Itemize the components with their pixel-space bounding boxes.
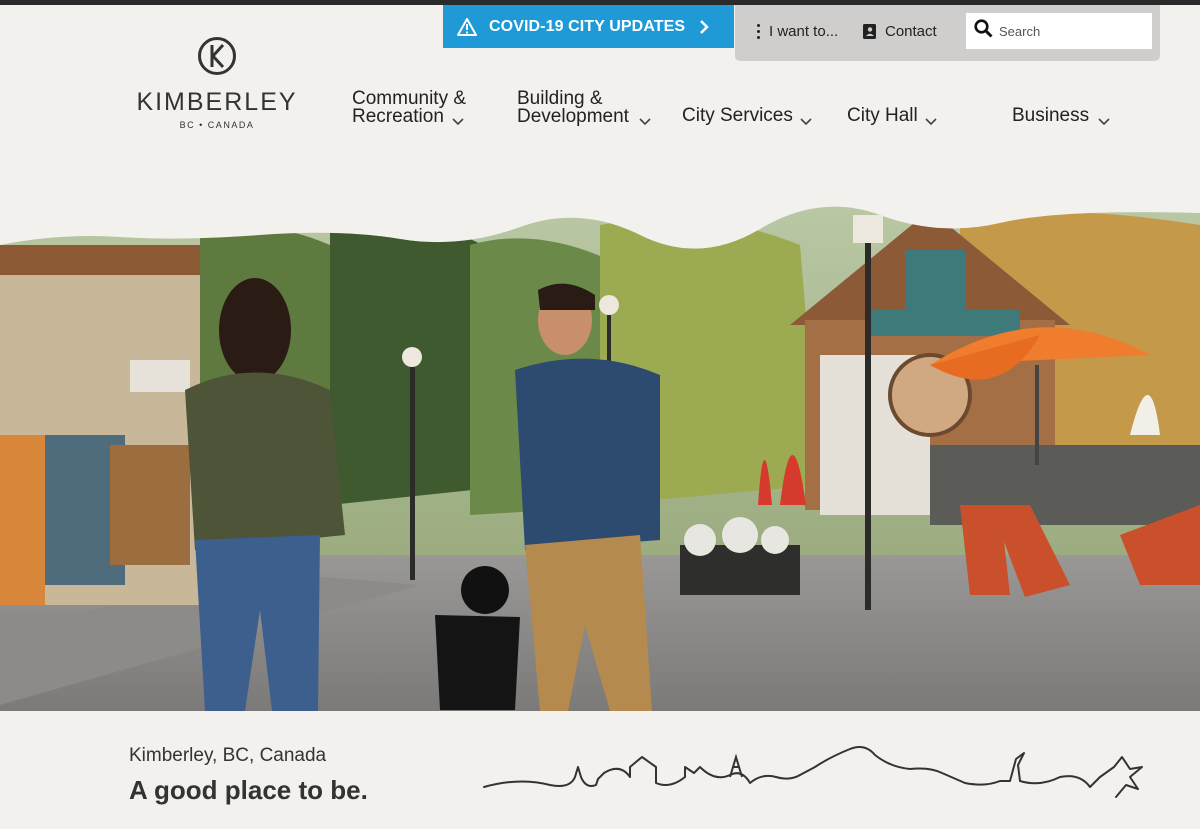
footer-intro: Kimberley, BC, Canada A good place to be…	[0, 711, 1200, 829]
nav-city-services[interactable]: City Services	[682, 105, 812, 126]
logo-subtitle: BC • CANADA	[179, 120, 255, 130]
contact-label: Contact	[885, 23, 937, 40]
chevron-down-icon	[1098, 118, 1110, 126]
contact-book-icon	[863, 24, 876, 39]
i-want-to-label: I want to...	[769, 23, 839, 40]
chevron-down-icon	[639, 118, 651, 126]
tagline-heading: A good place to be.	[129, 775, 368, 805]
nav-city-hall[interactable]: City Hall	[847, 105, 937, 126]
chevron-right-icon	[699, 19, 709, 35]
utility-bar: I want to... Contact	[735, 5, 1160, 61]
warning-icon	[457, 17, 477, 36]
i-want-to-menu[interactable]: I want to...	[757, 23, 838, 40]
search-input[interactable]	[999, 23, 1147, 39]
covid-updates-label: COVID-19 CITY UPDATES	[489, 17, 686, 35]
search-icon	[974, 19, 993, 43]
chevron-down-icon	[452, 118, 464, 126]
nav-label: Recreation	[352, 106, 444, 127]
logo-name: KIMBERLEY	[136, 88, 298, 116]
nav-business[interactable]: Business	[1012, 105, 1110, 126]
nav-building-development[interactable]: Building & Development	[517, 89, 651, 127]
nav-label: Business	[1012, 105, 1090, 126]
kimberley-k-logo-icon	[197, 36, 237, 81]
location-text: Kimberley, BC, Canada	[129, 745, 327, 766]
chevron-down-icon	[925, 118, 937, 126]
landscape-line-drawing-icon	[480, 737, 1155, 812]
hero-image	[0, 205, 1200, 711]
nav-community-recreation[interactable]: Community & Recreation	[352, 89, 466, 127]
contact-link[interactable]: Contact	[863, 23, 937, 40]
nav-label: City Services	[682, 105, 793, 126]
kimberley-logo[interactable]: KIMBERLEY BC • CANADA	[127, 36, 307, 136]
nav-label: Development	[517, 106, 629, 127]
search-field[interactable]	[966, 13, 1152, 49]
chevron-down-icon	[800, 118, 812, 126]
nav-label: City Hall	[847, 105, 918, 126]
more-vertical-icon	[757, 24, 760, 39]
covid-updates-banner[interactable]: COVID-19 CITY UPDATES	[443, 5, 734, 48]
